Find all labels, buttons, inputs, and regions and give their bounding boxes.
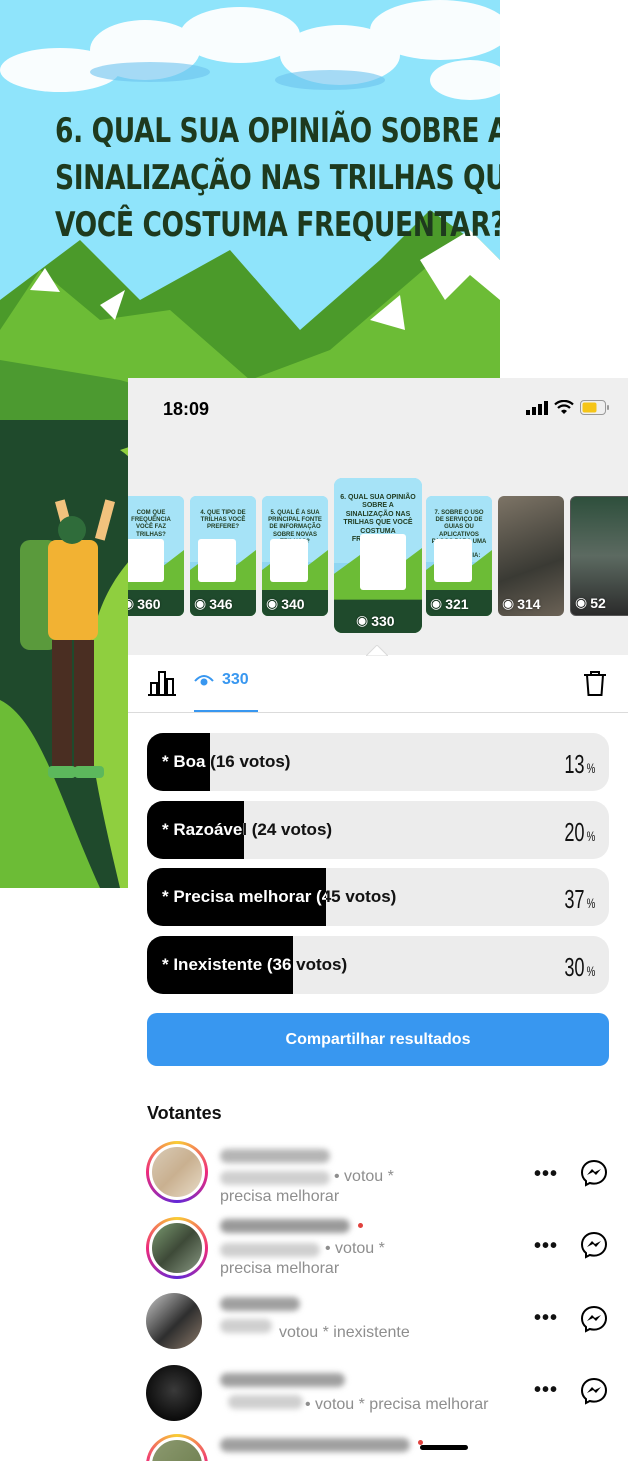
messenger-icon[interactable]	[580, 1231, 608, 1259]
poll-percent: 13%	[563, 749, 595, 779]
blurred-username	[220, 1438, 410, 1452]
more-options-icon[interactable]: •••	[534, 1163, 558, 1186]
thumbnail-views: ◉ 340	[266, 595, 305, 612]
vote-info-choice: precisa melhorar	[220, 1188, 340, 1205]
eye-icon: ◉	[502, 595, 515, 611]
poll-option-label: * Razoável (24 votos)	[162, 820, 333, 839]
avatar[interactable]	[146, 1141, 208, 1203]
blurred-username	[220, 1219, 350, 1233]
blurred-fullname	[220, 1319, 272, 1333]
story-thumbnail[interactable]: 5. QUAL É A SUA PRINCIPAL FONTE DE INFOR…	[262, 496, 328, 616]
messenger-icon[interactable]	[580, 1159, 608, 1187]
messenger-icon[interactable]	[580, 1305, 608, 1333]
blurred-fullname	[228, 1395, 303, 1409]
eye-icon: ◉	[128, 595, 135, 611]
eye-icon: ◉	[266, 595, 279, 611]
blurred-fullname	[220, 1171, 330, 1185]
bar-chart-icon[interactable]	[148, 669, 176, 697]
avatar[interactable]	[146, 1293, 202, 1349]
active-tab-underline	[194, 710, 258, 712]
vote-info: • votou * precisa melhorar	[305, 1396, 489, 1413]
unread-dot	[358, 1223, 363, 1228]
blurred-fullname	[220, 1243, 320, 1257]
thumbnail-views: ◉ 52	[575, 594, 606, 611]
poll-option-label: * Precisa melhorar (45 votos)	[162, 887, 397, 906]
poster-title-line: SINALIZAÇÃO NAS TRILHAS QUE	[55, 157, 500, 198]
poster-question-title: 6. QUAL SUA OPINIÃO SOBRE A SINALIZAÇÃO …	[55, 108, 500, 249]
eye-icon: ◉	[575, 594, 588, 610]
share-results-button[interactable]: Compartilhar resultados	[147, 1013, 609, 1066]
thumbnail-views: ◉ 330	[356, 612, 395, 629]
blurred-username	[220, 1297, 300, 1311]
blurred-username	[220, 1373, 345, 1387]
poll-percent: 30%	[563, 952, 595, 982]
poll-option: * Boa (16 votos) 13%	[147, 733, 609, 791]
poll-option: * Inexistente (36 votos) 30%	[147, 936, 609, 994]
thumbnail-views: ◉ 360	[128, 595, 161, 612]
messenger-icon[interactable]	[580, 1377, 608, 1405]
status-time: 18:09	[163, 399, 210, 419]
poll-option: * Precisa melhorar (45 votos) 37%	[147, 868, 609, 926]
eye-icon: ◉	[356, 612, 369, 628]
voter-row[interactable]: • votou * precisa melhorar •••	[128, 1141, 628, 1207]
avatar[interactable]	[146, 1365, 202, 1421]
poster-title-line: 6. QUAL SUA OPINIÃO SOBRE A	[55, 111, 500, 151]
avatar[interactable]	[146, 1217, 208, 1279]
voter-row[interactable]: votou * inexistente •••	[128, 1293, 628, 1359]
poll-option-label: * Boa (16 votos)	[162, 752, 291, 771]
vote-info: • votou *	[334, 1168, 394, 1185]
thumbnail-question: COM QUE FREQUÊNCIA VOCÊ FAZ TRILHAS?	[131, 510, 171, 538]
trash-icon[interactable]	[582, 669, 608, 697]
signal-icon	[526, 400, 548, 415]
status-bar: 18:09	[128, 378, 628, 438]
eye-icon: ◉	[194, 595, 207, 611]
thumbnail-views: ◉ 321	[430, 595, 469, 612]
avatar[interactable]	[146, 1434, 208, 1461]
story-thumbnail[interactable]: 7. SOBRE O USO DE SERVIÇO DE GUIAS OU AP…	[426, 496, 492, 616]
more-options-icon[interactable]: •••	[534, 1235, 558, 1258]
poll-percent: 20%	[563, 817, 595, 847]
poll-percent: 37%	[563, 884, 595, 914]
eye-icon: ◉	[430, 595, 443, 611]
story-thumbnail-selected[interactable]: 6. QUAL SUA OPINIÃO SOBRE A SINALIZAÇÃO …	[334, 478, 422, 633]
story-thumbnail-photo[interactable]: ◉ 314	[498, 496, 564, 616]
voter-row[interactable]: • votou * precisa melhorar •••	[128, 1365, 628, 1431]
poll-option: * Razoável (24 votos) 20%	[147, 801, 609, 859]
views-count: 330	[222, 671, 249, 688]
vote-info: • votou *	[325, 1240, 385, 1257]
story-thumbnail-photo[interactable]: ◉ 52	[570, 496, 628, 616]
story-thumbnail[interactable]: 4. QUE TIPO DE TRILHAS VOCÊ PREFERE? ◉ 3…	[190, 496, 256, 616]
more-options-icon[interactable]: •••	[534, 1379, 558, 1402]
stats-tabs: 330	[128, 655, 628, 713]
home-indicator	[420, 1445, 468, 1450]
vote-info: votou * inexistente	[279, 1324, 410, 1341]
voter-row[interactable]: • votou * precisa melhorar •••	[128, 1217, 628, 1283]
more-options-icon[interactable]: •••	[534, 1307, 558, 1330]
poll-option-label: * Inexistente (36 votos)	[162, 955, 348, 974]
wifi-icon	[554, 400, 574, 414]
voter-row[interactable]	[128, 1434, 628, 1461]
thumbnail-question: 4. QUE TIPO DE TRILHAS VOCÊ PREFERE?	[200, 510, 246, 531]
status-icons	[526, 400, 610, 415]
eye-icon	[194, 675, 214, 686]
story-thumbnail[interactable]: COM QUE FREQUÊNCIA VOCÊ FAZ TRILHAS? ◉ 3…	[128, 496, 184, 616]
poster-title-line: VOCÊ COSTUMA FREQUENTAR?	[55, 204, 500, 245]
tab-viewers[interactable]: 330	[194, 671, 249, 689]
thumbnail-views: ◉ 314	[502, 595, 541, 612]
voters-heading: Votantes	[147, 1103, 222, 1123]
thumbnail-views: ◉ 346	[194, 595, 233, 612]
battery-icon	[580, 400, 609, 415]
blurred-username	[220, 1149, 330, 1163]
instagram-story-viewers-screen: 18:09 COM QUE FREQUÊNCIA VOCÊ FAZ TRILHA…	[128, 378, 628, 1461]
vote-info-choice: precisa melhorar	[220, 1260, 340, 1277]
